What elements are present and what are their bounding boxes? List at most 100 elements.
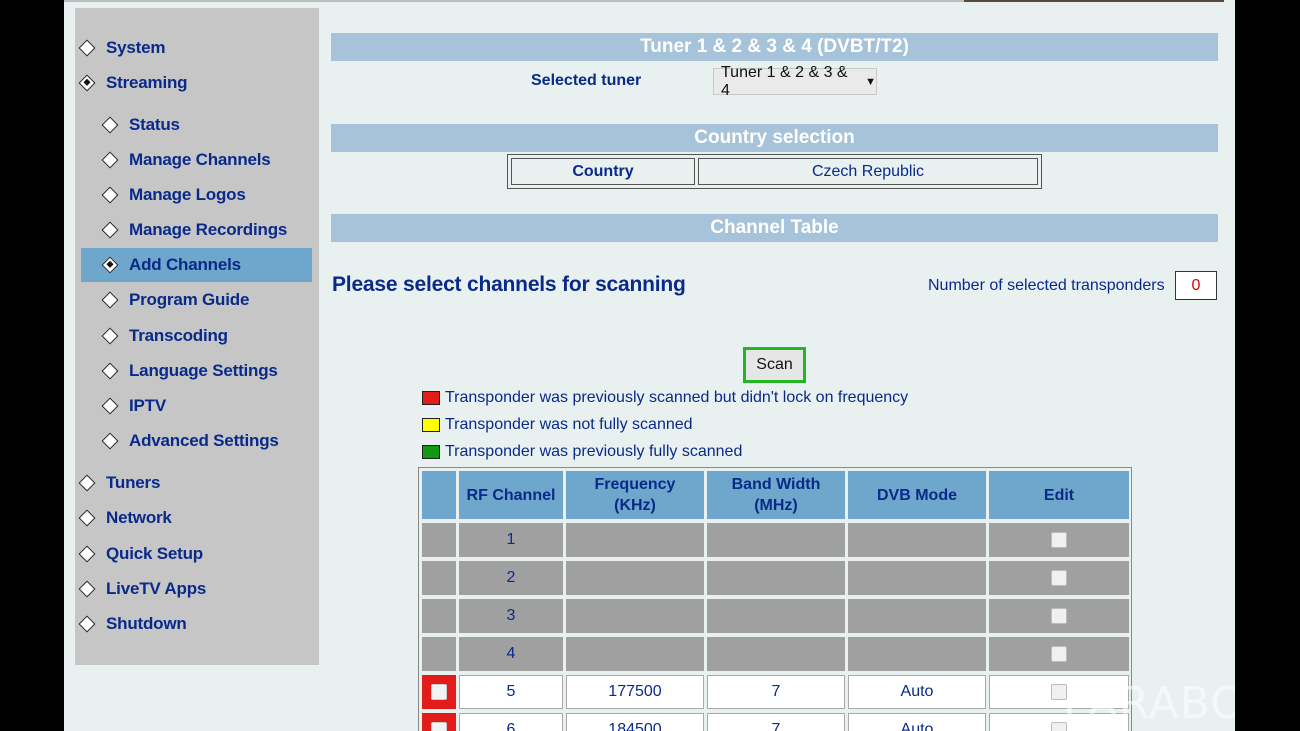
sidebar-item-shutdown[interactable]: Shutdown: [78, 607, 311, 641]
frequency-cell: [566, 599, 704, 633]
tuner-select-value: Tuner 1 & 2 & 3 & 4: [721, 63, 848, 99]
row-status-cell-red: [422, 713, 456, 731]
sidebar-item-label: Language Settings: [129, 361, 278, 380]
dvb-mode-cell: [848, 561, 986, 595]
sidebar-item-iptv[interactable]: IPTV: [81, 389, 312, 423]
band-width-cell: [707, 599, 845, 633]
band-width-cell: [707, 561, 845, 595]
select-checkbox[interactable]: [431, 722, 447, 731]
edit-checkbox[interactable]: [1051, 570, 1067, 586]
channel-table-section-title: Channel Table: [331, 214, 1218, 242]
header-frequency: Frequency (KHz): [566, 471, 704, 519]
rf-channel-cell: 3: [459, 599, 563, 633]
row-status-cell: [422, 561, 456, 595]
sidebar-item-manage-recordings[interactable]: Manage Recordings: [81, 213, 312, 247]
channel-table: RF Channel Frequency (KHz) Band Width (M…: [418, 467, 1132, 731]
band-width-cell: 7: [707, 713, 845, 731]
rf-channel-cell: 4: [459, 637, 563, 671]
diamond-icon: [78, 474, 96, 492]
header-frequency-line1: Frequency: [594, 476, 676, 493]
legend-text: Transponder was previously fully scanned: [445, 443, 743, 460]
header-band-width-line1: Band Width: [731, 476, 821, 493]
diamond-icon: [101, 397, 119, 415]
frequency-cell: [566, 523, 704, 557]
sidebar-item-label: IPTV: [129, 396, 166, 415]
scan-button[interactable]: Scan: [743, 347, 806, 383]
sidebar-item-label: Status: [129, 115, 180, 134]
sidebar-item-label: Add Channels: [129, 255, 241, 274]
dropdown-caret-icon: ▼: [865, 75, 876, 88]
rf-channel-cell: 1: [459, 523, 563, 557]
sidebar-item-language-settings[interactable]: Language Settings: [81, 354, 312, 388]
sidebar-item-advanced-settings[interactable]: Advanced Settings: [81, 424, 312, 458]
sidebar-item-transcoding[interactable]: Transcoding: [81, 319, 312, 353]
band-width-cell: [707, 637, 845, 671]
row-status-cell: [422, 523, 456, 557]
row-status-cell: [422, 637, 456, 671]
yellow-swatch-icon: [422, 418, 440, 432]
dvb-mode-cell: [848, 523, 986, 557]
sidebar-item-network[interactable]: Network: [78, 501, 311, 535]
diamond-icon: [78, 509, 96, 527]
select-checkbox[interactable]: [431, 684, 447, 700]
red-swatch-icon: [422, 391, 440, 405]
sidebar-item-tuners[interactable]: Tuners: [78, 466, 311, 500]
sidebar-item-status[interactable]: Status: [81, 108, 312, 142]
legend-item-not-locked: Transponder was previously scanned but d…: [422, 388, 908, 408]
selected-transponders-label: Number of selected transponders: [928, 277, 1165, 294]
sidebar-item-add-channels[interactable]: Add Channels: [81, 248, 312, 282]
diamond-icon: [78, 580, 96, 598]
edit-cell: [989, 599, 1129, 633]
country-section-title: Country selection: [331, 124, 1218, 152]
header-rf-channel: RF Channel: [459, 471, 563, 519]
header-band-width-line2: (MHz): [754, 497, 798, 514]
edit-checkbox[interactable]: [1051, 532, 1067, 548]
country-value[interactable]: Czech Republic: [698, 158, 1038, 185]
edit-checkbox[interactable]: [1051, 608, 1067, 624]
sidebar-item-label: Manage Logos: [129, 185, 246, 204]
sidebar-item-program-guide[interactable]: Program Guide: [81, 283, 312, 317]
frequency-cell: [566, 561, 704, 595]
sidebar-item-label: Network: [106, 508, 172, 527]
dvb-mode-cell: [848, 599, 986, 633]
legend-text: Transponder was not fully scanned: [445, 416, 693, 433]
selected-transponders-count: 0: [1175, 271, 1217, 300]
sidebar-item-label: Program Guide: [129, 290, 250, 309]
rf-channel-cell: 5: [459, 675, 563, 709]
diamond-icon: [101, 221, 119, 239]
sidebar-item-livetv-apps[interactable]: LiveTV Apps: [78, 572, 311, 606]
dvb-mode-cell: [848, 637, 986, 671]
selected-tuner-label: Selected tuner: [531, 72, 642, 89]
tuner-section-title: Tuner 1 & 2 & 3 & 4 (DVBT/T2): [331, 33, 1218, 61]
row-status-cell: [422, 599, 456, 633]
diamond-filled-icon: [101, 256, 119, 274]
row-status-cell-red: [422, 675, 456, 709]
diamond-icon: [78, 39, 96, 57]
sidebar-item-label: Manage Channels: [129, 150, 271, 169]
legend-item-not-fully-scanned: Transponder was not fully scanned: [422, 415, 693, 435]
edit-cell: [989, 561, 1129, 595]
sidebar-item-manage-channels[interactable]: Manage Channels: [81, 143, 312, 177]
legend-text: Transponder was previously scanned but d…: [445, 389, 909, 406]
sidebar-item-label: Transcoding: [129, 326, 228, 345]
dvb-mode-cell: Auto: [848, 713, 986, 731]
sidebar-item-label: Advanced Settings: [129, 431, 279, 450]
sidebar-item-system[interactable]: System: [78, 31, 311, 65]
sidebar-item-manage-logos[interactable]: Manage Logos: [81, 178, 312, 212]
edit-checkbox[interactable]: [1051, 646, 1067, 662]
sidebar-item-quick-setup[interactable]: Quick Setup: [78, 537, 311, 571]
tuner-select[interactable]: Tuner 1 & 2 & 3 & 4 ▼: [713, 64, 877, 99]
diamond-icon: [101, 362, 119, 380]
band-width-cell: [707, 523, 845, 557]
rf-channel-cell: 6: [459, 713, 563, 731]
legend-item-fully-scanned: Transponder was previously fully scanned: [422, 442, 742, 462]
diamond-icon: [101, 186, 119, 204]
sidebar-item-label: Tuners: [106, 473, 161, 492]
sidebar-item-label: System: [106, 38, 166, 57]
sidebar-item-label: Shutdown: [106, 614, 187, 633]
sidebar-item-streaming[interactable]: Streaming: [78, 66, 311, 100]
page: System Streaming Status Manage Channels …: [64, 0, 1235, 731]
green-swatch-icon: [422, 445, 440, 459]
diamond-icon: [101, 432, 119, 450]
frequency-cell: 184500: [566, 713, 704, 731]
